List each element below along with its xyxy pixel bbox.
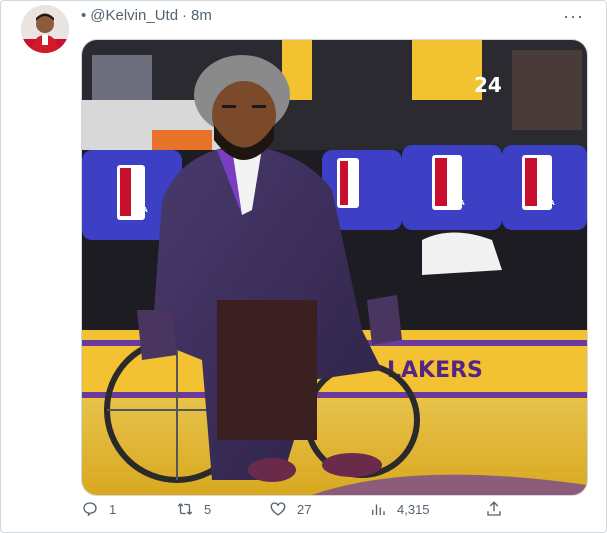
tweet-header: • @Kelvin_Utd · 8m — [81, 7, 212, 24]
avatar-image — [21, 5, 69, 53]
views-button[interactable]: 4,315 — [369, 500, 430, 518]
separator: · — [182, 7, 188, 24]
nba-logo-text-2: NBA — [448, 199, 465, 207]
jersey-number: 24 — [474, 73, 502, 97]
share-icon — [487, 501, 501, 516]
retweet-button[interactable]: 5 — [176, 500, 211, 518]
user-handle[interactable]: @Kelvin_Utd — [90, 7, 178, 24]
share-button[interactable] — [485, 500, 503, 518]
tweet-media-image[interactable]: NBA NBA NBA 24 LAKERS — [81, 39, 588, 496]
tweet-card[interactable]: • @Kelvin_Utd · 8m ··· NBA NBA NBA 24 LA… — [0, 0, 607, 533]
like-button[interactable]: 27 — [269, 500, 311, 518]
like-count: 27 — [297, 501, 312, 517]
reply-icon — [83, 502, 97, 517]
nba-logo-text: NBA — [131, 206, 148, 214]
like-icon — [270, 502, 286, 516]
nba-logo-text-3: NBA — [538, 199, 555, 207]
timestamp[interactable]: 8m — [191, 7, 212, 24]
views-count: 4,315 — [397, 501, 430, 517]
retweet-icon — [177, 503, 193, 515]
bullet-dot: • — [81, 7, 87, 24]
reply-count: 1 — [109, 501, 117, 517]
meme-image: NBA NBA NBA 24 LAKERS — [82, 40, 587, 495]
reply-button[interactable]: 1 — [81, 500, 116, 518]
more-icon[interactable]: ··· — [563, 6, 584, 27]
retweet-count: 5 — [204, 501, 212, 517]
views-icon — [372, 504, 385, 515]
user-avatar[interactable] — [21, 5, 69, 53]
